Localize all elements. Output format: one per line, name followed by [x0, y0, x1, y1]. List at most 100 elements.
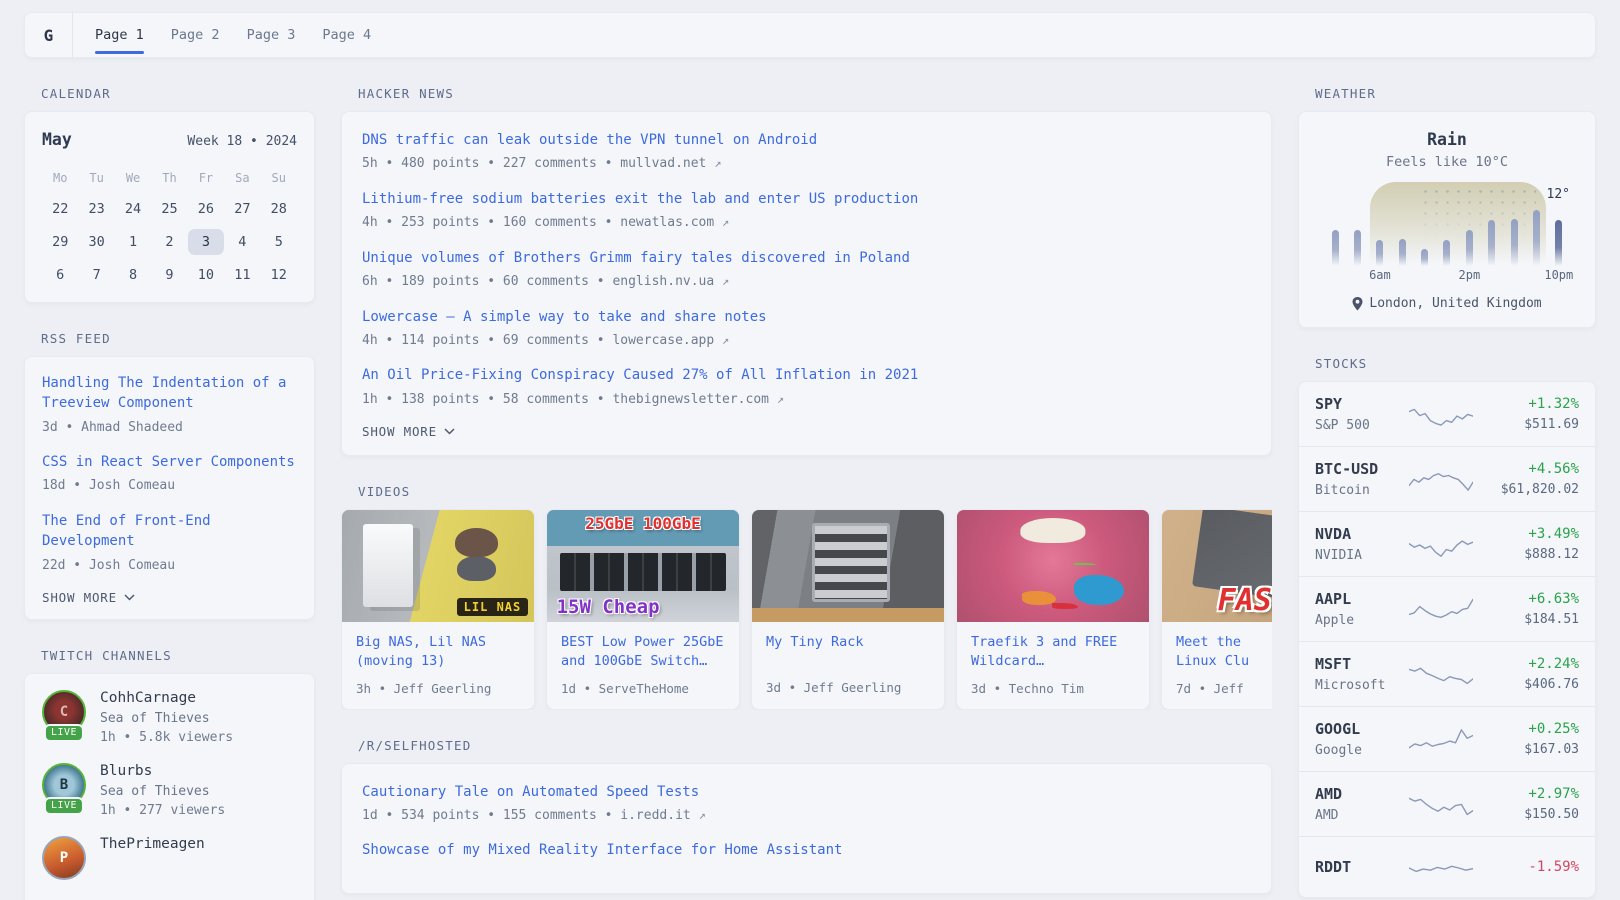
- calendar-day-header: We: [115, 167, 151, 189]
- weather-condition: Rain: [1319, 130, 1575, 149]
- tab-page-3[interactable]: Page 3: [247, 13, 296, 57]
- video-title-link[interactable]: My Tiny Rack: [766, 633, 930, 671]
- stock-symbol-link[interactable]: BTC-USD: [1315, 460, 1403, 478]
- video-card: LIL NASBig NAS, Lil NAS(moving 13)3h • J…: [341, 509, 535, 709]
- hn-item-link[interactable]: Unique volumes of Brothers Grimm fairy t…: [362, 248, 1251, 268]
- calendar-day[interactable]: 27: [224, 196, 260, 222]
- stock-symbol-link[interactable]: RDDT: [1315, 858, 1403, 876]
- video-title-line: Meet the: [1176, 633, 1272, 652]
- video-title-link[interactable]: BEST Low Power 25GbEand 100GbE Switch…: [561, 633, 725, 671]
- calendar-day[interactable]: 12: [261, 262, 297, 288]
- calendar-day[interactable]: 29: [42, 229, 78, 255]
- calendar-day[interactable]: 11: [224, 262, 260, 288]
- reddit-list: Cautionary Tale on Automated Speed Tests…: [362, 782, 1251, 861]
- avatar-initial: C: [60, 704, 68, 720]
- calendar-day-selected[interactable]: 3: [188, 229, 224, 255]
- stock-symbol-link[interactable]: GOOGL: [1315, 720, 1403, 738]
- table-row: AAPLApple+6.63%$184.51: [1299, 576, 1595, 641]
- stock-change-label: +4.56%: [1479, 461, 1579, 477]
- calendar-day[interactable]: 9: [151, 262, 187, 288]
- thumbnail-text: 15W Cheap: [557, 596, 660, 618]
- video-thumbnail[interactable]: FAS: [1162, 510, 1272, 622]
- app-logo[interactable]: G: [25, 13, 73, 57]
- calendar-day[interactable]: 30: [78, 229, 114, 255]
- calendar-day[interactable]: 7: [78, 262, 114, 288]
- hn-item-link[interactable]: An Oil Price-Fixing Conspiracy Caused 27…: [362, 365, 1251, 385]
- hn-item-link[interactable]: Lithium-free sodium batteries exit the l…: [362, 189, 1251, 209]
- twitch-channel-info: ThePrimeagen: [100, 836, 205, 852]
- calendar-day[interactable]: 1: [115, 229, 151, 255]
- table-row: NVDANVIDIA +3.49%$888.12: [1299, 511, 1595, 576]
- twitch-channel-link[interactable]: ThePrimeagen: [100, 836, 205, 852]
- top-nav-bar: G Page 1 Page 2 Page 3 Page 4: [24, 12, 1596, 58]
- twitch-channel-row[interactable]: CLIVECohhCarnageSea of Thieves1h • 5.8k …: [42, 690, 297, 745]
- rss-item-link[interactable]: CSS in React Server Components: [42, 452, 297, 472]
- rss-item-meta: 22d • Josh Comeau: [42, 557, 297, 575]
- stock-id-cell: BTC-USDBitcoin: [1315, 460, 1403, 498]
- avatar: BLIVE: [42, 763, 86, 807]
- video-meta: 7d • Jeff: [1176, 681, 1272, 696]
- hn-item-link[interactable]: DNS traffic can leak outside the VPN tun…: [362, 130, 1251, 150]
- calendar-day-header: Sa: [224, 167, 260, 189]
- rss-show-more-button[interactable]: SHOW MORE: [42, 590, 297, 605]
- twitch-channels-widget: CLIVECohhCarnageSea of Thieves1h • 5.8k …: [24, 673, 315, 900]
- avatar: P: [42, 836, 86, 880]
- calendar-day[interactable]: 5: [261, 229, 297, 255]
- tab-page-2[interactable]: Page 2: [171, 13, 220, 57]
- hn-item-meta: 6h • 189 points • 60 comments • english.…: [362, 273, 1251, 291]
- calendar-day[interactable]: 2: [151, 229, 187, 255]
- stock-symbol-link[interactable]: AMD: [1315, 785, 1403, 803]
- rss-item-link[interactable]: The End of Front-End Development: [42, 511, 297, 552]
- tab-page-4[interactable]: Page 4: [322, 13, 371, 57]
- list-item: CSS in React Server Components18d • Josh…: [42, 452, 297, 495]
- calendar-day[interactable]: 10: [188, 262, 224, 288]
- stock-symbol-link[interactable]: NVDA: [1315, 525, 1403, 543]
- calendar-day[interactable]: 25: [151, 196, 187, 222]
- calendar-day[interactable]: 22: [42, 196, 78, 222]
- calendar-day-header: Su: [261, 167, 297, 189]
- reddit-item-link[interactable]: Showcase of my Mixed Reality Interface f…: [362, 840, 1251, 860]
- dashboard-grid: CALENDAR May Week 18 • 2024 MoTuWeThFrSa…: [24, 58, 1596, 900]
- list-item: DNS traffic can leak outside the VPN tun…: [362, 130, 1251, 173]
- tab-page-1[interactable]: Page 1: [95, 13, 144, 57]
- video-title-link[interactable]: Big NAS, Lil NAS(moving 13): [356, 633, 520, 671]
- twitch-channel-row[interactable]: P ThePrimeagen: [42, 836, 297, 880]
- calendar-day[interactable]: 4: [224, 229, 260, 255]
- reddit-item-link[interactable]: Cautionary Tale on Automated Speed Tests: [362, 782, 1251, 802]
- calendar-day[interactable]: 24: [115, 196, 151, 222]
- weather-bar: [1354, 230, 1361, 266]
- calendar-section-title: CALENDAR: [41, 86, 298, 101]
- video-thumbnail[interactable]: [752, 510, 944, 622]
- reddit-item-meta: 1d • 534 points • 155 comments • i.redd.…: [362, 807, 1251, 825]
- calendar-day[interactable]: 26: [188, 196, 224, 222]
- rss-item-link[interactable]: Handling The Indentation of a Treeview C…: [42, 373, 297, 414]
- calendar-day[interactable]: 6: [42, 262, 78, 288]
- hn-show-more-button[interactable]: SHOW MORE: [362, 424, 1251, 439]
- thumbnail-text: FAS: [1218, 583, 1272, 618]
- calendar-day[interactable]: 23: [78, 196, 114, 222]
- twitch-channel-link[interactable]: Blurbs: [100, 763, 225, 779]
- hn-item-link[interactable]: Lowercase – A simple way to take and sha…: [362, 307, 1251, 327]
- stock-symbol-link[interactable]: AAPL: [1315, 590, 1403, 608]
- item-meta-text: 1d • 534 points • 155 comments • i.redd.…: [362, 808, 691, 823]
- stock-symbol-link[interactable]: MSFT: [1315, 655, 1403, 673]
- twitch-channel-link[interactable]: CohhCarnage: [100, 690, 233, 706]
- calendar-day[interactable]: 28: [261, 196, 297, 222]
- calendar-day[interactable]: 8: [115, 262, 151, 288]
- video-title-link[interactable]: Meet theLinux Clu: [1176, 633, 1272, 671]
- video-title-link[interactable]: Traefik 3 and FREEWildcard…: [971, 633, 1135, 671]
- stock-id-cell: NVDANVIDIA: [1315, 525, 1403, 563]
- video-thumbnail[interactable]: 25GbE 100GbE15W Cheap: [547, 510, 739, 622]
- video-thumbnail[interactable]: [957, 510, 1149, 622]
- stock-symbol-link[interactable]: SPY: [1315, 395, 1403, 413]
- stock-value-cell: +3.49%$888.12: [1479, 526, 1579, 562]
- avatar-initial: P: [60, 850, 68, 866]
- item-meta-text: 5h • 480 points • 227 comments • mullvad…: [362, 156, 706, 171]
- twitch-channel-row[interactable]: BLIVEBlurbsSea of Thieves1h • 277 viewer…: [42, 763, 297, 818]
- table-row: SPYS&P 500+1.32%$511.69: [1299, 382, 1595, 446]
- video-thumbnail[interactable]: LIL NAS: [342, 510, 534, 622]
- item-meta-text: 1h • 138 points • 58 comments • thebigne…: [362, 392, 769, 407]
- sparkline-chart: [1409, 722, 1473, 756]
- hn-item-meta: 4h • 253 points • 160 comments • newatla…: [362, 214, 1251, 232]
- stock-name-label: Apple: [1315, 613, 1403, 628]
